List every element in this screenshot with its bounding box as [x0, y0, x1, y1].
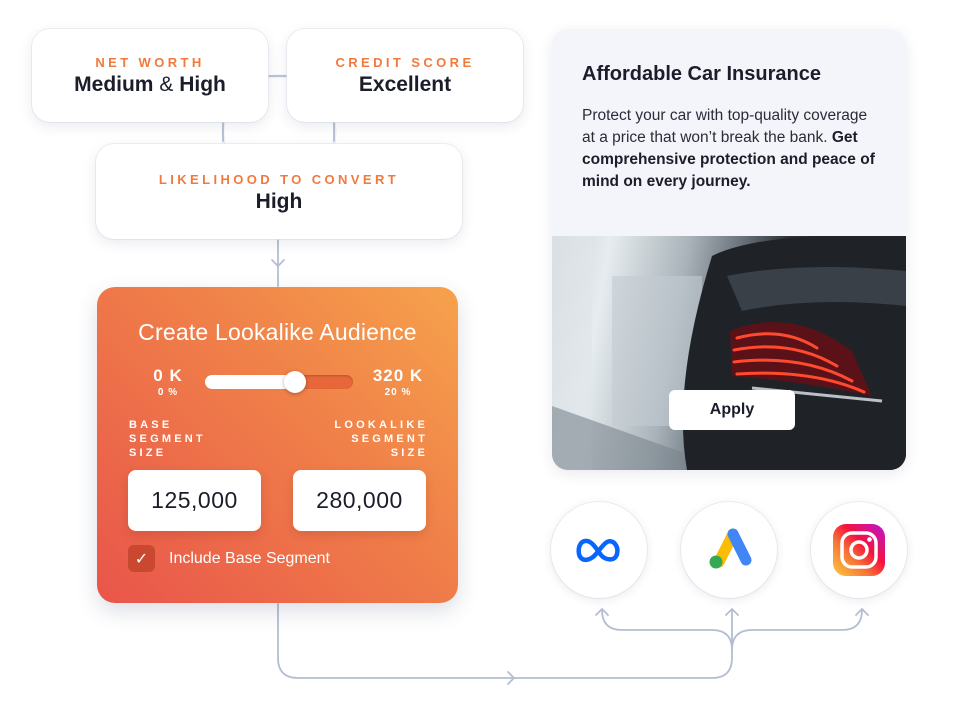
include-base-checkbox[interactable]: ✓	[128, 545, 155, 572]
apply-button[interactable]: Apply	[669, 390, 795, 430]
lookalike-audience-panel: Create Lookalike Audience 0 K 0 % 320 K …	[97, 287, 458, 603]
platform-meta[interactable]	[551, 502, 647, 598]
meta-icon	[576, 538, 620, 563]
net-worth-label: NET WORTH	[95, 55, 205, 70]
ad-body: Protect your car with top-quality covera…	[582, 107, 875, 190]
arrow-up-icon-google	[725, 608, 739, 616]
net-worth-value: Medium & High	[74, 73, 226, 96]
connector-to-platforms	[277, 603, 733, 679]
lookalike-segment-size-input[interactable]: 280,000	[293, 470, 426, 531]
credit-score-card: CREDIT SCORE Excellent	[287, 29, 523, 122]
lookalike-segment-size-label: LOOKALIKE SEGMENT SIZE	[334, 419, 428, 459]
arrow-down-icon	[271, 259, 285, 267]
panel-title: Create Lookalike Audience	[138, 319, 417, 345]
base-segment-size-label: BASE SEGMENT SIZE	[129, 419, 206, 459]
net-worth-card: NET WORTH Medium & High	[32, 29, 268, 122]
car-illustration	[552, 236, 906, 470]
arrow-up-icon-meta	[595, 608, 609, 616]
audience-size-slider[interactable]	[205, 371, 353, 393]
car-taillight-photo: Apply	[552, 236, 906, 470]
credit-score-value: Excellent	[358, 73, 452, 96]
instagram-icon	[833, 524, 885, 576]
platform-google-ads[interactable]	[681, 502, 777, 598]
checkmark-icon: ✓	[134, 550, 149, 568]
platform-instagram[interactable]	[811, 502, 907, 598]
arrow-up-icon-instagram	[855, 608, 869, 616]
likelihood-label: LIKELIHOOD TO CONVERT	[158, 172, 400, 187]
arrow-right-icon	[507, 671, 515, 685]
likelihood-card: LIKELIHOOD TO CONVERT High	[96, 144, 462, 239]
include-base-segment-toggle[interactable]: ✓ Include Base Segment	[128, 545, 330, 572]
slider-thumb[interactable]	[284, 371, 307, 393]
include-base-label: Include Base Segment	[169, 549, 330, 567]
range-min: 0 K 0 %	[153, 366, 183, 398]
range-max: 320 K 20 %	[372, 366, 424, 398]
slider-fill	[205, 375, 296, 389]
likelihood-value: High	[255, 190, 303, 213]
ad-title: Affordable Car Insurance	[582, 63, 821, 85]
base-segment-size-input[interactable]: 125,000	[128, 470, 261, 531]
credit-score-label: CREDIT SCORE	[335, 55, 475, 70]
ad-preview-card: Affordable Car Insurance Protect your ca…	[552, 29, 906, 470]
google-ads-icon	[709, 528, 752, 569]
